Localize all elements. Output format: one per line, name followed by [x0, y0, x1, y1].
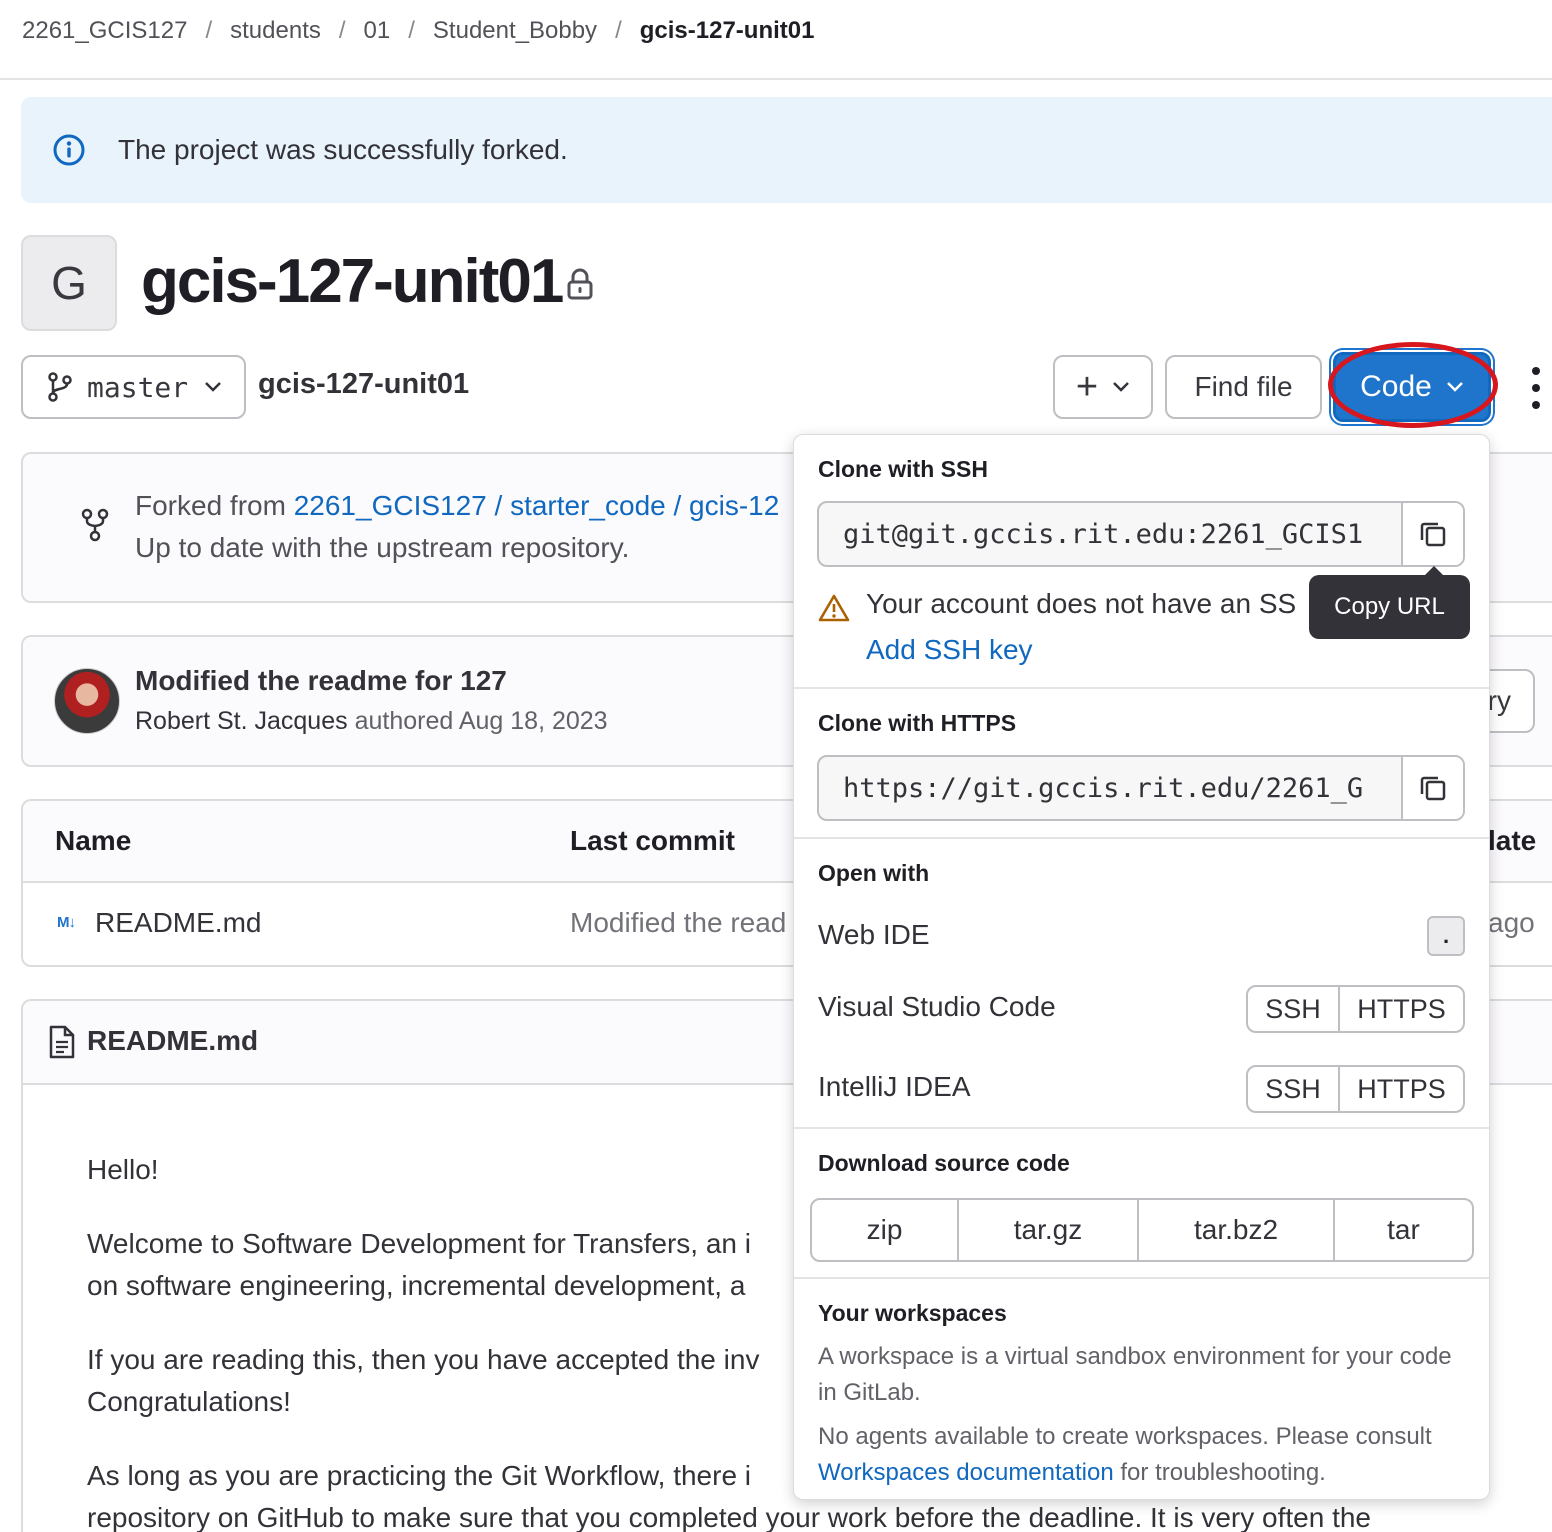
intellij-clone-options: SSH HTTPS: [1246, 1065, 1465, 1113]
info-icon: [53, 134, 85, 166]
column-header-last-commit: Last commit: [570, 825, 735, 856]
breadcrumb-separator: /: [408, 17, 415, 44]
add-ssh-key-link[interactable]: Add SSH key: [866, 634, 1033, 666]
chevron-down-icon: [1446, 382, 1463, 392]
breadcrumb-current[interactable]: gcis-127-unit01: [640, 17, 815, 45]
repository-path[interactable]: gcis-127-unit01: [258, 368, 469, 401]
open-with-heading: Open with: [818, 860, 930, 886]
file-name-link[interactable]: README.md: [95, 907, 261, 939]
commit-meta: Robert St. Jacques authored Aug 18, 2023: [135, 707, 608, 736]
commit-author[interactable]: Robert St. Jacques: [135, 707, 348, 735]
download-targz-button[interactable]: tar.gz: [957, 1200, 1137, 1260]
vscode-clone-options: SSH HTTPS: [1246, 985, 1465, 1033]
lock-icon: [567, 268, 593, 300]
branch-icon: [48, 372, 72, 402]
file-commit-message[interactable]: Modified the read: [570, 907, 786, 939]
intellij-ssh-button[interactable]: SSH: [1248, 1067, 1338, 1111]
breadcrumb-item[interactable]: 2261_GCIS127: [22, 17, 187, 45]
project-avatar: G: [21, 235, 117, 331]
branch-selector[interactable]: master: [21, 355, 246, 419]
web-ide-item[interactable]: Web IDE: [818, 919, 930, 951]
breadcrumb-separator: /: [205, 17, 213, 44]
workspaces-docs-link[interactable]: Workspaces documentation: [818, 1459, 1114, 1486]
vscode-ssh-button[interactable]: SSH: [1248, 987, 1338, 1031]
https-url[interactable]: https://git.gccis.rit.edu/2261_G: [843, 773, 1403, 804]
fork-source: Forked from 2261_GCIS127 / starter_code …: [135, 490, 779, 522]
column-header-name: Name: [55, 825, 132, 856]
workspaces-note-text: No agents available to create workspaces…: [818, 1423, 1432, 1450]
readme-title[interactable]: README.md: [87, 1025, 258, 1057]
vscode-label: Visual Studio Code: [818, 991, 1056, 1022]
breadcrumb-item[interactable]: Student_Bobby: [433, 17, 597, 45]
ssh-warning-text: Your account does not have an SS: [866, 588, 1297, 619]
download-format-group: zip tar.gz tar.bz2 tar: [810, 1198, 1474, 1262]
markdown-icon: M↓: [57, 914, 76, 931]
plus-icon: +: [1075, 366, 1099, 408]
divider: [794, 1277, 1489, 1279]
add-dropdown-button[interactable]: +: [1053, 355, 1153, 419]
fork-source-link[interactable]: 2261_GCIS127 / starter_code / gcis-12: [294, 490, 780, 521]
download-tar-button[interactable]: tar: [1333, 1200, 1472, 1260]
download-zip-button[interactable]: zip: [812, 1200, 957, 1260]
chevron-down-icon: [205, 382, 222, 392]
code-button-label: Code: [1360, 370, 1432, 403]
ssh-url[interactable]: git@git.gccis.rit.edu:2261_GCIS1: [843, 519, 1403, 550]
copy-icon: [1420, 522, 1446, 547]
intellij-label: IntelliJ IDEA: [818, 1071, 971, 1102]
download-tarbz2-button[interactable]: tar.bz2: [1137, 1200, 1333, 1260]
branch-name: master: [87, 370, 189, 404]
find-file-button[interactable]: Find file: [1165, 355, 1322, 419]
chevron-down-icon: [1113, 382, 1129, 392]
workspaces-heading: Your workspaces: [818, 1300, 1007, 1326]
breadcrumb-item[interactable]: students: [230, 17, 321, 45]
clone-ssh-heading: Clone with SSH: [818, 456, 988, 482]
divider: [794, 837, 1489, 839]
project-title: gcis-127-unit01: [141, 247, 564, 316]
https-url-field[interactable]: https://git.gccis.rit.edu/2261_G: [817, 755, 1465, 821]
breadcrumb-separator: /: [338, 17, 346, 44]
document-icon: [49, 1025, 75, 1059]
more-actions-icon[interactable]: [1522, 367, 1550, 409]
readme-paragraph: repository on GitHub to make sure that y…: [87, 1502, 1372, 1532]
divider: [794, 687, 1489, 689]
alert-message: The project was successfully forked.: [118, 134, 568, 165]
commit-title[interactable]: Modified the readme for 127: [135, 665, 507, 697]
intellij-https-button[interactable]: HTTPS: [1338, 1067, 1463, 1111]
success-alert: The project was successfully forked.: [21, 97, 1552, 203]
divider: [794, 1127, 1489, 1129]
workspaces-description: A workspace is a virtual sandbox environ…: [818, 1343, 1452, 1406]
download-heading: Download source code: [818, 1150, 1070, 1176]
copy-icon: [1420, 776, 1446, 801]
breadcrumb-separator: /: [615, 17, 622, 44]
keyboard-shortcut: .: [1427, 916, 1465, 956]
commit-date: authored Aug 18, 2023: [347, 707, 608, 735]
fork-icon: [81, 508, 109, 542]
workspaces-note-suffix: for troubleshooting.: [1113, 1459, 1326, 1486]
header-divider: [0, 78, 1552, 80]
column-header-date: late: [1488, 825, 1537, 856]
code-button[interactable]: Code: [1333, 352, 1491, 422]
vscode-https-button[interactable]: HTTPS: [1338, 987, 1463, 1031]
breadcrumb-item[interactable]: 01: [364, 17, 391, 45]
warning-icon: [818, 594, 850, 622]
avatar[interactable]: [54, 668, 120, 734]
workspaces-note: No agents available to create workspaces…: [818, 1419, 1468, 1491]
clone-https-heading: Clone with HTTPS: [818, 710, 1017, 736]
fork-status: Up to date with the upstream repository.: [135, 532, 630, 563]
copy-url-tooltip: Copy URL: [1309, 575, 1470, 639]
ssh-url-field[interactable]: git@git.gccis.rit.edu:2261_GCIS1: [817, 501, 1465, 567]
fork-prefix: Forked from: [135, 490, 294, 521]
copy-https-button[interactable]: [1401, 757, 1463, 819]
copy-ssh-button[interactable]: [1401, 503, 1463, 565]
file-date: ago: [1488, 907, 1535, 938]
breadcrumb: 2261_GCIS127 / students / 01 / Student_B…: [22, 14, 814, 48]
